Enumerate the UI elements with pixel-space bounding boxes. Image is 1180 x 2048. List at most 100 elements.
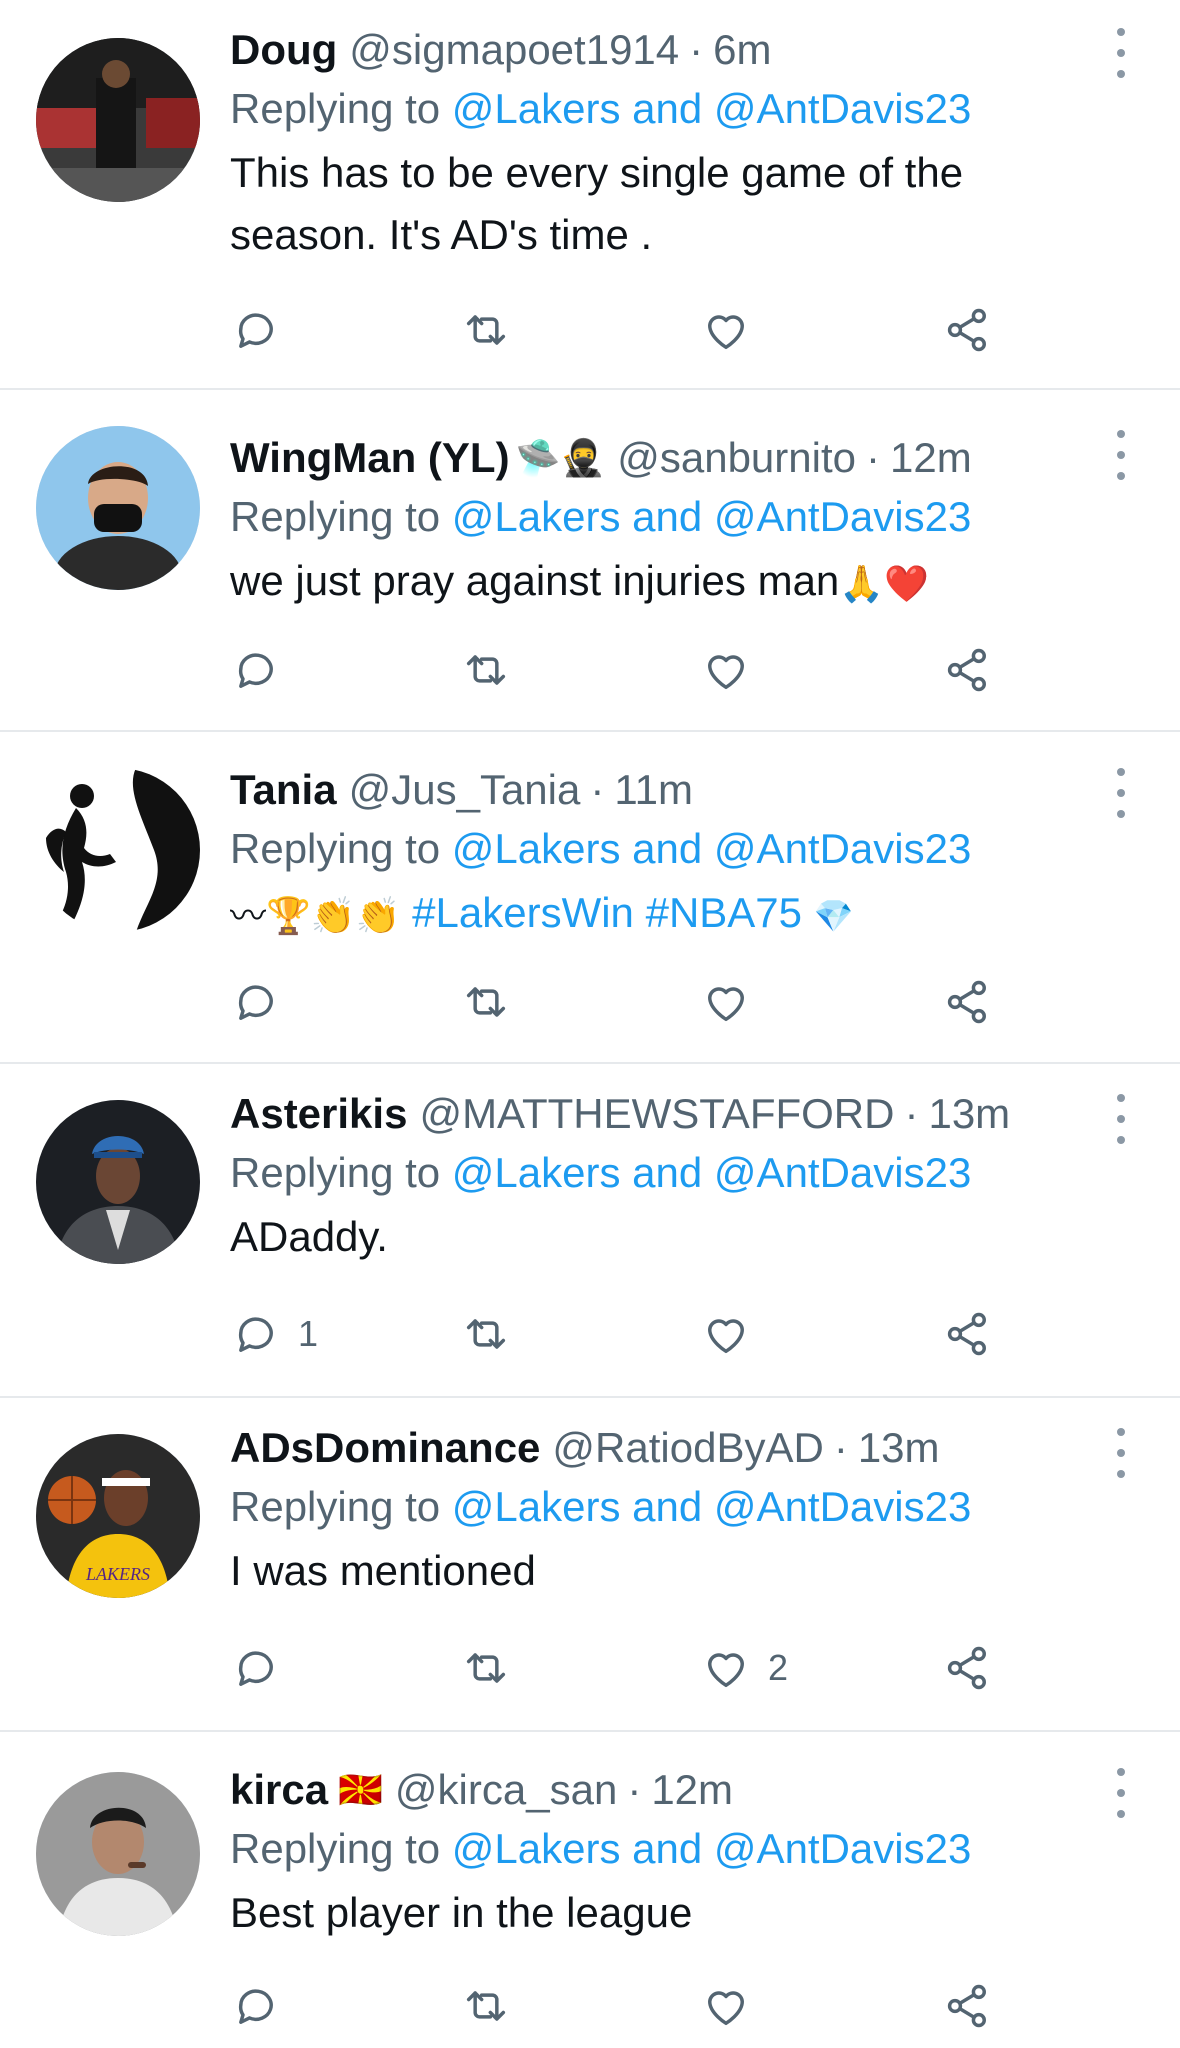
share-button[interactable] <box>942 1976 994 2036</box>
replying-and: and <box>620 825 714 872</box>
like-button[interactable] <box>700 1304 768 1364</box>
avatar-image-adsdominance: LAKERS <box>36 1434 200 1598</box>
like-button[interactable] <box>700 972 768 1032</box>
tweet-actions <box>230 972 1030 1032</box>
retweet-button[interactable] <box>460 1304 528 1364</box>
mention-lakers[interactable]: @Lakers <box>452 1149 621 1196</box>
reply-button[interactable]: 1 <box>230 1304 318 1364</box>
timestamp[interactable]: 13m <box>928 1086 1010 1142</box>
more-vertical-icon[interactable] <box>1106 28 1136 78</box>
mention-antdavis23[interactable]: @AntDavis23 <box>714 1825 971 1872</box>
reply-icon <box>238 1989 273 2024</box>
like-button[interactable]: 2 <box>700 1638 788 1698</box>
avatar-image-doug <box>36 38 200 202</box>
like-button[interactable] <box>700 640 768 700</box>
tweet-actions <box>230 300 1030 360</box>
mention-lakers[interactable]: @Lakers <box>452 85 621 132</box>
reply-button[interactable] <box>230 972 298 1032</box>
hashtag-lakerswin[interactable]: #LakersWin <box>412 889 634 936</box>
reply-icon <box>238 313 273 348</box>
tweet-card[interactable]: LAKERS ADsDominance @RatiodByAD · 13m Re… <box>0 1398 1180 1732</box>
mention-lakers[interactable]: @Lakers <box>452 1483 621 1530</box>
tweet-card[interactable]: WingMan (YL) 🛸🥷 @sanburnito · 12m Replyi… <box>0 390 1180 732</box>
reply-button[interactable] <box>230 1638 298 1698</box>
avatar[interactable] <box>36 38 200 202</box>
like-button[interactable] <box>700 300 768 360</box>
share-button[interactable] <box>942 1304 994 1364</box>
replying-and: and <box>620 493 714 540</box>
author-handle[interactable]: @sigmapoet1914 <box>349 22 679 78</box>
tweet-card[interactable]: Tania @Jus_Tania · 11m Replying to @Lake… <box>0 732 1180 1064</box>
replying-label: Replying to <box>230 493 452 540</box>
author-handle[interactable]: @kirca_san <box>395 1762 617 1818</box>
author-name[interactable]: kirca <box>230 1762 328 1818</box>
avatar[interactable] <box>36 426 200 590</box>
reply-icon <box>238 985 273 1020</box>
tweet-card[interactable]: Asterikis @MATTHEWSTAFFORD · 13m Replyin… <box>0 1064 1180 1398</box>
mention-lakers[interactable]: @Lakers <box>452 825 621 872</box>
more-vertical-icon[interactable] <box>1106 430 1136 480</box>
mention-antdavis23[interactable]: @AntDavis23 <box>714 1149 971 1196</box>
mention-antdavis23[interactable]: @AntDavis23 <box>714 1483 971 1530</box>
tweet-text: we just pray against injuries man <box>230 557 840 604</box>
share-button[interactable] <box>942 300 994 360</box>
text-emojis: 〰🏆👏👏 <box>230 894 401 936</box>
reply-button[interactable] <box>230 640 298 700</box>
timestamp[interactable]: 11m <box>614 762 693 818</box>
like-button[interactable] <box>700 1976 768 2036</box>
share-button[interactable] <box>942 640 994 700</box>
timestamp[interactable]: 6m <box>713 22 771 78</box>
author-name[interactable]: Doug <box>230 22 337 78</box>
timestamp[interactable]: 12m <box>651 1762 733 1818</box>
author-name[interactable]: Asterikis <box>230 1086 407 1142</box>
author-handle[interactable]: @MATTHEWSTAFFORD <box>419 1086 894 1142</box>
tweet-text-row: 〰🏆👏👏 #LakersWin #NBA75 💎 <box>230 882 1120 947</box>
avatar[interactable]: LAKERS <box>36 1434 200 1598</box>
replying-label: Replying to <box>230 85 452 132</box>
retweet-button[interactable] <box>460 1976 528 2036</box>
avatar[interactable] <box>36 1100 200 1264</box>
tweet-card[interactable]: Doug @sigmapoet1914 · 6m Replying to @La… <box>0 0 1180 390</box>
reply-button[interactable] <box>230 300 298 360</box>
name-emojis: 🇲🇰 <box>338 1769 383 1810</box>
retweet-button[interactable] <box>460 640 528 700</box>
tweet-text: Best player in the league <box>230 1889 693 1936</box>
reply-icon <box>238 653 273 688</box>
retweet-button[interactable] <box>460 972 528 1032</box>
replying-to: Replying to @Lakers and @AntDavis23 <box>230 78 1120 140</box>
retweet-button[interactable] <box>460 1638 528 1698</box>
share-button[interactable] <box>942 1638 994 1698</box>
mention-antdavis23[interactable]: @AntDavis23 <box>714 825 971 872</box>
hashtag-nba75[interactable]: #NBA75 <box>646 889 802 936</box>
mention-lakers[interactable]: @Lakers <box>452 493 621 540</box>
author-handle[interactable]: @sanburnito <box>617 430 856 486</box>
more-vertical-icon[interactable] <box>1106 768 1136 818</box>
reply-button[interactable] <box>230 1976 298 2036</box>
more-vertical-icon[interactable] <box>1106 1428 1136 1478</box>
avatar[interactable] <box>36 768 200 932</box>
mention-antdavis23[interactable]: @AntDavis23 <box>714 85 971 132</box>
avatar-image-wingman <box>36 426 200 590</box>
svg-text:LAKERS: LAKERS <box>85 1564 150 1584</box>
tweet-card[interactable]: kirca 🇲🇰 @kirca_san · 12m Replying to @L… <box>0 1732 1180 2048</box>
tweet-actions: 2 <box>230 1638 1030 1698</box>
tweet-text-row: we just pray against injuries man🙏❤️ <box>230 550 1120 615</box>
heart-icon <box>708 1653 744 1688</box>
retweet-button[interactable] <box>460 300 528 360</box>
more-vertical-icon[interactable] <box>1106 1094 1136 1144</box>
more-vertical-icon[interactable] <box>1106 1768 1136 1818</box>
timestamp[interactable]: 12m <box>890 430 972 486</box>
author-name[interactable]: WingMan (YL) <box>230 430 510 486</box>
mention-lakers[interactable]: @Lakers <box>452 1825 621 1872</box>
avatar[interactable] <box>36 1772 200 1936</box>
heart-icon <box>708 655 744 690</box>
author-handle[interactable]: @RatiodByAD <box>552 1420 823 1476</box>
author-handle[interactable]: @Jus_Tania <box>349 762 581 818</box>
timestamp[interactable]: 13m <box>858 1420 940 1476</box>
separator-dot: · <box>627 1766 642 1813</box>
share-button[interactable] <box>942 972 994 1032</box>
separator-dot: · <box>590 766 605 813</box>
author-name[interactable]: ADsDominance <box>230 1420 540 1476</box>
mention-antdavis23[interactable]: @AntDavis23 <box>714 493 971 540</box>
author-name[interactable]: Tania <box>230 762 337 818</box>
